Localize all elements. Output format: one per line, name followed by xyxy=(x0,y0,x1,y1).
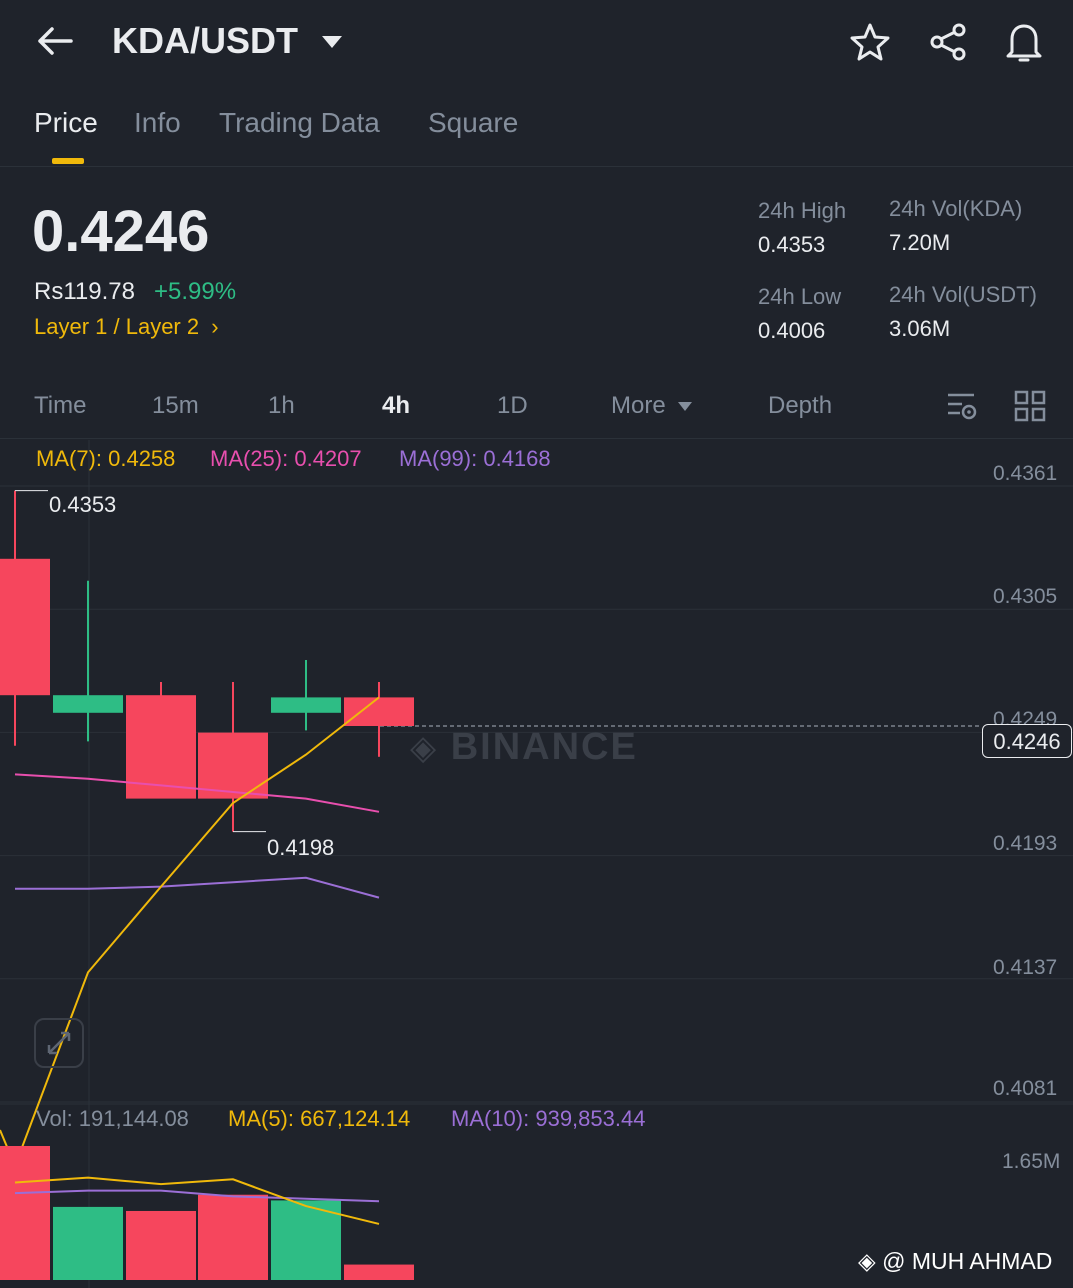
candle-body xyxy=(198,732,268,799)
credit-text: @ MUH AHMAD xyxy=(882,1248,1053,1274)
tab-info[interactable]: Info xyxy=(134,107,181,139)
sector-link[interactable]: Layer 1 / Layer 2 › xyxy=(34,314,219,340)
vol-quote-value: 3.06M xyxy=(889,316,951,341)
volume-bar xyxy=(0,1146,50,1280)
share-icon[interactable] xyxy=(928,22,968,62)
star-icon[interactable] xyxy=(850,22,890,62)
binance-logo-icon: ◈ xyxy=(410,729,439,767)
current-price-tag: 0.4246 xyxy=(982,724,1072,758)
volume-bar xyxy=(198,1194,268,1280)
chevron-down-icon[interactable] xyxy=(322,36,342,48)
candle-body xyxy=(271,697,341,713)
binance-watermark-text: BINANCE xyxy=(450,726,638,768)
interval-15m[interactable]: 15m xyxy=(152,392,199,420)
high-value: 0.4353 xyxy=(758,232,826,257)
low-value: 0.4006 xyxy=(758,318,826,343)
interval-4h[interactable]: 4h xyxy=(382,392,410,420)
interval-1h[interactable]: 1h xyxy=(268,392,295,420)
back-arrow-icon[interactable] xyxy=(36,26,74,56)
low-marker-label: 0.4198 xyxy=(267,835,335,860)
low-label: 24h Low xyxy=(758,284,842,309)
tab-square[interactable]: Square xyxy=(428,107,518,139)
ma99-line xyxy=(15,876,380,899)
vol-ma10-line xyxy=(14,1189,380,1203)
vol-ma10-label: MA(10): 939,853.44 xyxy=(451,1106,646,1131)
high-marker-label: 0.4353 xyxy=(49,492,117,517)
candle-body xyxy=(344,697,414,726)
tab-trading-data[interactable]: Trading Data xyxy=(219,107,380,139)
chart-settings-icon[interactable] xyxy=(946,392,978,422)
last-price: 0.4246 xyxy=(32,199,210,264)
interval-1d[interactable]: 1D xyxy=(497,392,528,420)
binance-watermark: ◈ BINANCE xyxy=(410,726,638,769)
pair-title[interactable]: KDA/USDT xyxy=(112,20,298,62)
price-change-percent: +5.99% xyxy=(154,278,237,305)
interval-more-label: More xyxy=(611,392,666,419)
section-tabs: Price Info Trading Data Square xyxy=(0,90,1073,167)
expand-chart-button[interactable] xyxy=(34,1018,84,1068)
ma25-line xyxy=(14,773,380,813)
interval-depth[interactable]: Depth xyxy=(768,392,832,420)
volume-axis-label: 1.65M xyxy=(1002,1150,1061,1173)
volume-bar xyxy=(344,1264,414,1280)
candle-body xyxy=(53,695,123,713)
candlestick-chart[interactable] xyxy=(0,440,1073,1288)
grid-layout-icon[interactable] xyxy=(1014,390,1046,422)
vol-quote-label: 24h Vol(USDT) xyxy=(889,282,1037,307)
vol-base-value: 7.20M xyxy=(889,230,951,255)
fiat-price: Rs119.78 xyxy=(34,278,135,305)
binance-logo-icon: ◈ xyxy=(858,1248,876,1274)
price-axis-label: 0.4137 xyxy=(993,956,1058,979)
tab-price[interactable]: Price xyxy=(34,107,98,139)
price-axis-label: 0.4361 xyxy=(993,462,1058,485)
volume-label: Vol: 191,144.08 xyxy=(36,1106,189,1131)
interval-more[interactable]: More xyxy=(611,392,693,420)
chevron-down-icon xyxy=(678,402,693,412)
active-tab-indicator xyxy=(52,158,84,164)
interval-bar: Time 15m 1h 4h 1D More Depth xyxy=(0,380,1073,439)
credit-watermark: ◈ @ MUH AHMAD xyxy=(858,1248,1052,1275)
high-label: 24h High xyxy=(758,198,847,223)
vol-base-label: 24h Vol(KDA) xyxy=(889,196,1023,221)
vol-ma5-label: MA(5): 667,124.14 xyxy=(228,1106,411,1131)
bell-icon[interactable] xyxy=(1004,20,1044,64)
candle-body xyxy=(0,558,50,696)
volume-bar xyxy=(126,1210,196,1280)
volume-bar xyxy=(53,1206,123,1280)
chevron-right-icon: › xyxy=(211,314,219,339)
price-axis-label: 0.4193 xyxy=(993,832,1058,855)
sector-label: Layer 1 / Layer 2 xyxy=(34,314,200,339)
top-bar: KDA/USDT xyxy=(0,0,1073,90)
expand-icon xyxy=(47,1031,71,1055)
price-axis-label: 0.4305 xyxy=(993,585,1058,608)
interval-time[interactable]: Time xyxy=(34,392,86,420)
price-axis-label: 0.4081 xyxy=(993,1077,1058,1100)
